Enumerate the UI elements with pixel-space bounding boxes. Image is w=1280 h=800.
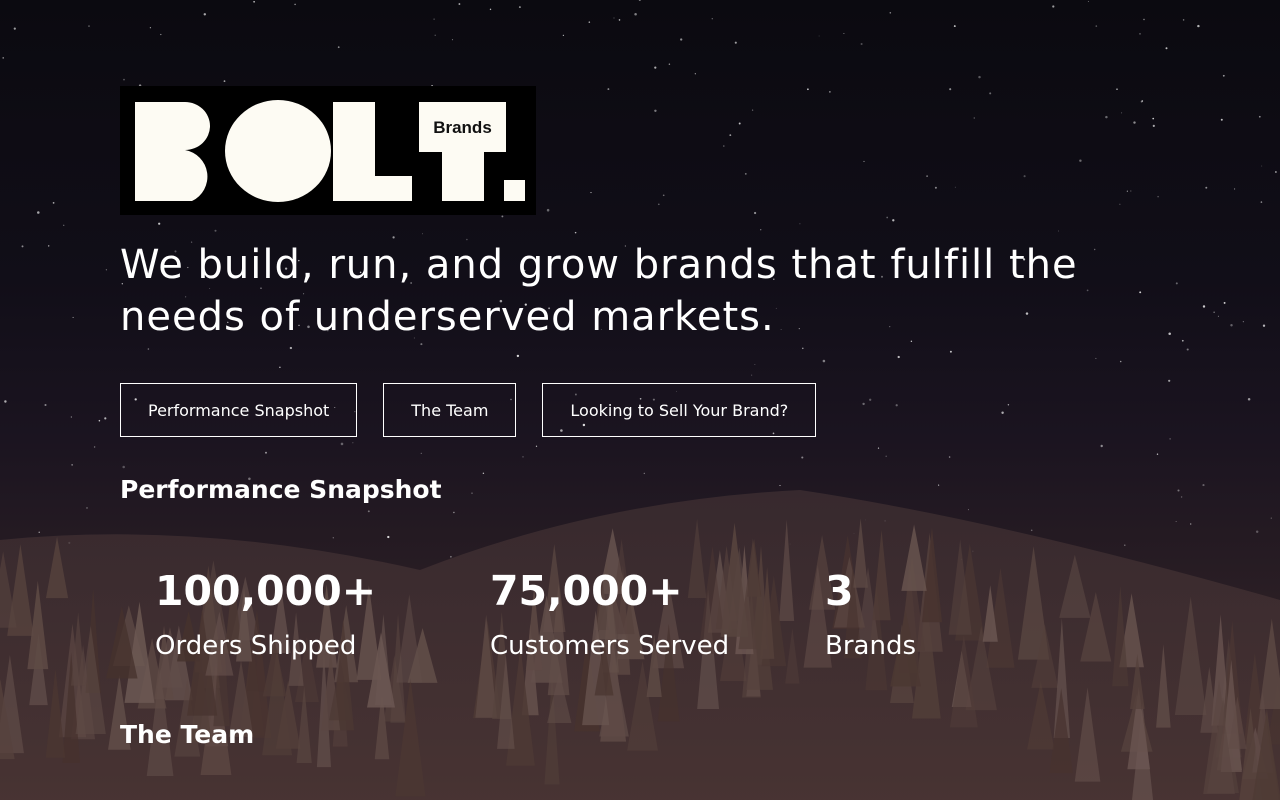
star: [1169, 438, 1171, 440]
star: [37, 211, 40, 214]
star: [337, 46, 340, 49]
star: [1197, 24, 1200, 28]
the-team-button[interactable]: The Team: [383, 383, 517, 437]
star: [451, 39, 454, 41]
stat-value: 75,000+: [490, 567, 683, 615]
stat-label: Customers Served: [490, 631, 730, 661]
stat-label: Brands: [825, 631, 916, 661]
star: [1260, 201, 1263, 203]
star: [294, 3, 296, 6]
star: [1213, 311, 1215, 313]
star: [711, 18, 713, 20]
main-content: Brands We build, run, and grow brands th…: [120, 86, 1160, 749]
the-team-heading: The Team: [120, 720, 255, 749]
star: [489, 8, 492, 11]
star: [638, 0, 641, 2]
star: [104, 417, 107, 420]
star: [518, 6, 521, 9]
star: [618, 19, 621, 21]
star: [52, 202, 55, 204]
star: [860, 42, 863, 46]
star: [562, 34, 565, 37]
star: [72, 316, 74, 318]
logo-brands-badge: Brands: [419, 104, 506, 152]
star: [680, 38, 683, 41]
star: [694, 73, 696, 75]
star: [1258, 115, 1261, 118]
star: [1242, 321, 1244, 323]
star: [433, 18, 435, 20]
star: [434, 34, 436, 36]
star: [1095, 25, 1098, 27]
star: [889, 12, 892, 14]
star: [70, 416, 72, 418]
star: [1202, 305, 1206, 308]
star: [1052, 5, 1055, 8]
star: [1175, 282, 1178, 285]
star: [1186, 348, 1189, 351]
star: [1139, 33, 1141, 35]
star: [953, 25, 956, 28]
star: [21, 245, 24, 248]
stat-label: Orders Shipped: [155, 631, 357, 661]
star: [47, 245, 50, 247]
stat-orders-shipped: 100,000+ Orders Shipped: [155, 568, 490, 662]
stat-value: 3: [825, 567, 854, 615]
star: [1220, 118, 1223, 121]
star: [93, 446, 96, 448]
star: [1223, 301, 1226, 304]
star: [149, 27, 152, 29]
star: [1168, 332, 1171, 335]
star: [1143, 18, 1145, 21]
star: [1222, 74, 1225, 77]
star: [654, 66, 657, 69]
star: [588, 21, 591, 23]
star: [1205, 186, 1208, 189]
star: [13, 27, 16, 30]
star: [1217, 315, 1219, 317]
star: [978, 75, 981, 79]
star: [4, 400, 7, 403]
star: [1168, 379, 1171, 382]
star: [634, 13, 637, 16]
stat-customers-served: 75,000+ Customers Served: [490, 568, 825, 662]
star: [818, 35, 820, 37]
performance-snapshot-button[interactable]: Performance Snapshot: [120, 383, 358, 437]
star: [105, 269, 108, 271]
star: [71, 464, 73, 466]
performance-snapshot-heading: Performance Snapshot: [120, 475, 442, 504]
bolt-brands-logo[interactable]: Brands: [120, 86, 536, 215]
star: [843, 32, 845, 35]
star: [2, 57, 4, 59]
star: [88, 25, 90, 27]
star: [44, 403, 47, 407]
sell-your-brand-button[interactable]: Looking to Sell Your Brand?: [542, 383, 817, 437]
star: [223, 80, 226, 82]
star: [253, 0, 255, 3]
star: [458, 3, 461, 5]
star: [123, 78, 125, 81]
stat-brands: 3 Brands: [825, 568, 1160, 662]
star: [1182, 19, 1185, 21]
star: [203, 13, 207, 16]
stat-value: 100,000+: [155, 567, 377, 615]
star: [1230, 324, 1233, 327]
star: [1247, 398, 1251, 401]
star: [1165, 47, 1168, 50]
star: [1181, 339, 1184, 342]
star: [1087, 0, 1089, 3]
star: [1262, 324, 1266, 327]
section-nav: Performance Snapshot The Team Looking to…: [120, 383, 1160, 437]
star: [98, 419, 101, 422]
star: [734, 41, 737, 44]
star: [1261, 165, 1263, 167]
star: [1234, 188, 1236, 190]
star: [63, 224, 65, 226]
star: [1275, 171, 1277, 173]
star: [668, 63, 671, 65]
hero-tagline: We build, run, and grow brands that fulf…: [120, 242, 1078, 340]
performance-stats: 100,000+ Orders Shipped 75,000+ Customer…: [120, 568, 1160, 662]
star: [613, 17, 615, 19]
star: [160, 33, 162, 36]
